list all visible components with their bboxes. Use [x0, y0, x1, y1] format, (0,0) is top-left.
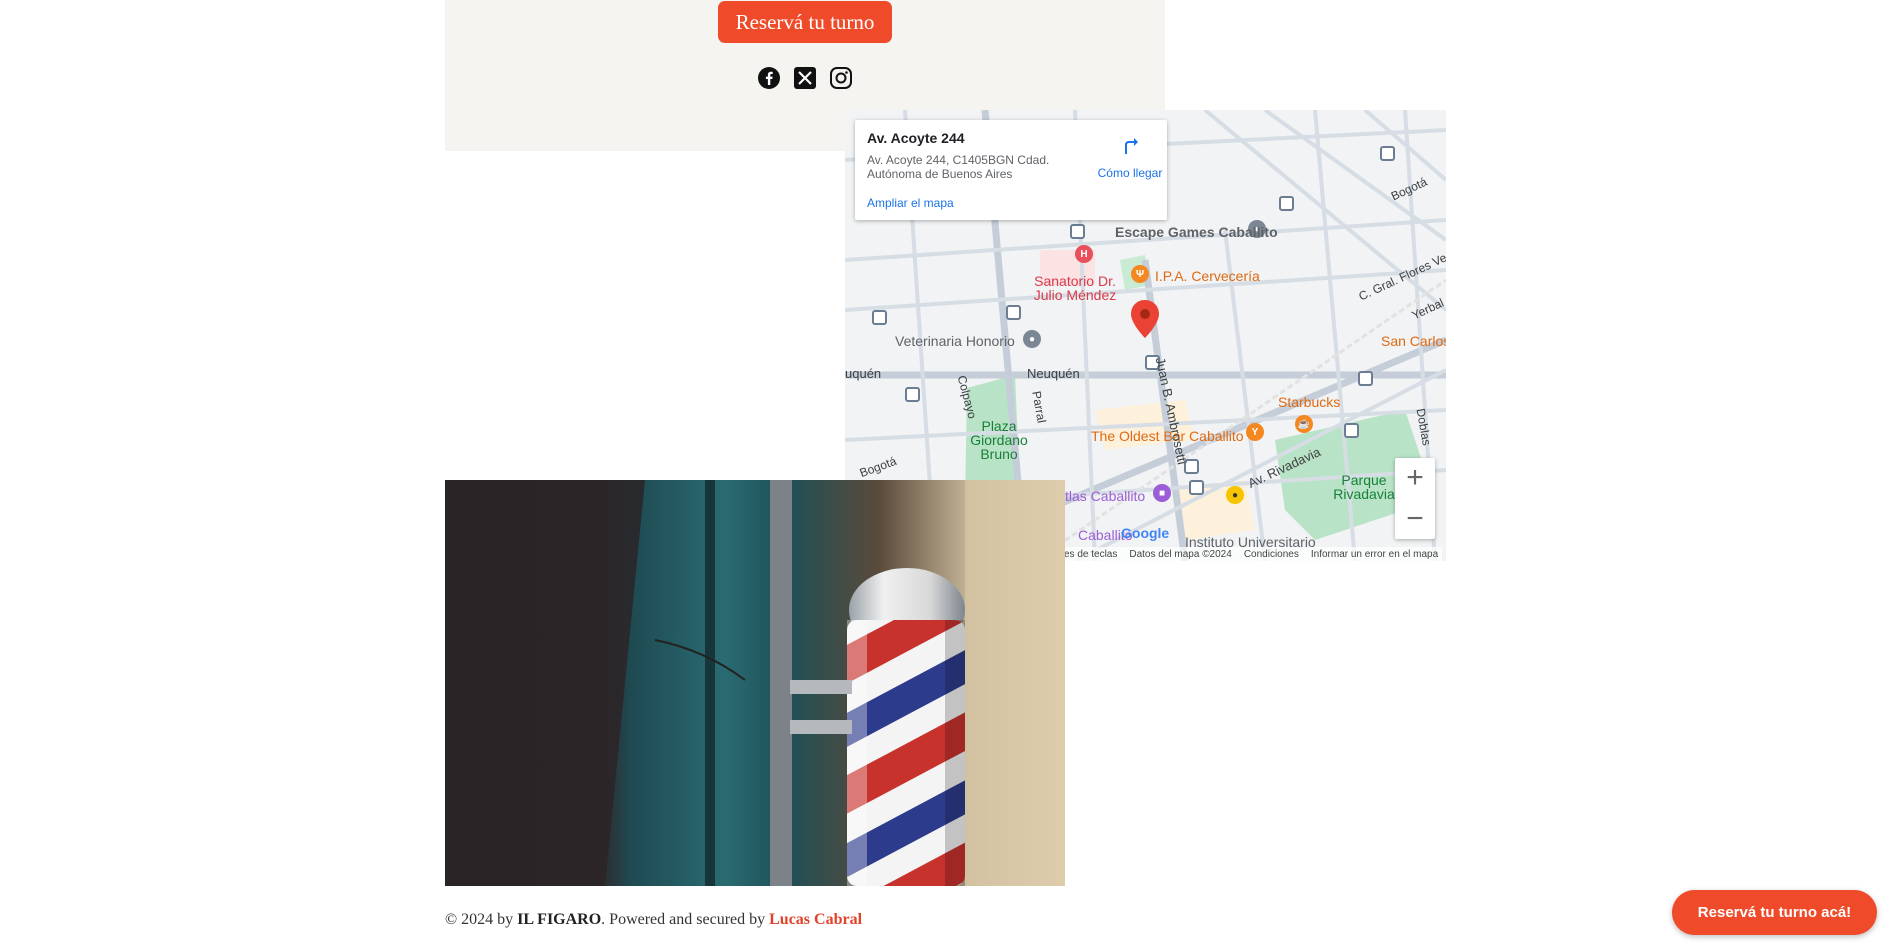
hospital-icon[interactable]: H — [1075, 245, 1093, 263]
footer-middle: . Powered and secured by — [601, 911, 770, 928]
bus-stop-icon — [1070, 224, 1085, 239]
report-error-link[interactable]: Informar un error en el mapa — [1311, 549, 1438, 560]
map-data-label: Datos del mapa ©2024 — [1129, 548, 1232, 560]
street-neuquen: Neuquén — [1027, 366, 1080, 381]
shopping-icon[interactable]: ■ — [1153, 484, 1171, 502]
barber-pole-image — [445, 480, 1065, 886]
expand-map-link[interactable]: Ampliar el mapa — [867, 196, 954, 210]
zoom-in-button[interactable]: + — [1395, 458, 1435, 498]
store-icon[interactable]: ● — [1226, 486, 1244, 504]
bus-stop-icon — [905, 387, 920, 402]
map-info-card: Av. Acoyte 244 Av. Acoyte 244, C1405BGN … — [855, 120, 1167, 220]
poi-atlas[interactable]: tlas Caballito — [1065, 488, 1145, 504]
bus-stop-icon — [1344, 423, 1359, 438]
bus-stop-icon — [872, 310, 887, 325]
floating-reserve-button[interactable]: Reservá tu turno acá! — [1672, 890, 1877, 935]
bus-stop-icon — [1279, 196, 1294, 211]
bus-stop-icon — [1358, 371, 1373, 386]
poi-starbucks[interactable]: Starbucks — [1278, 394, 1340, 410]
map-place-title: Av. Acoyte 244 — [867, 130, 965, 146]
google-logo: Google — [1121, 525, 1170, 541]
bar-icon[interactable]: Y — [1246, 423, 1264, 441]
zoom-out-button[interactable]: − — [1395, 499, 1435, 539]
cafe-icon[interactable]: ☕ — [1295, 415, 1313, 433]
barber-pole-photo — [445, 480, 1065, 886]
map-attribution: es de teclas Datos del mapa ©2024 Condic… — [1060, 547, 1443, 561]
poi-veterinaria[interactable]: Veterinaria Honorio — [895, 333, 1015, 349]
footer-copyright: © 2024 by IL FIGARO. Powered and secured… — [445, 911, 862, 929]
bus-stop-icon — [1189, 480, 1204, 495]
footer-author-link[interactable]: Lucas Cabral — [769, 911, 862, 928]
poi-ipa[interactable]: I.P.A. Cervecería — [1155, 268, 1260, 284]
map-place-address: Av. Acoyte 244, C1405BGN Cdad. Autónoma … — [867, 153, 1050, 181]
street-neuquen-west: uquén — [845, 366, 882, 381]
restaurant-icon[interactable]: Ψ — [1131, 265, 1149, 283]
poi-sanatorio[interactable]: Sanatorio Dr. Julio Méndez — [1030, 274, 1120, 302]
place-icon[interactable]: ● — [1023, 330, 1041, 348]
facebook-icon[interactable] — [757, 66, 781, 90]
zoom-controls: + − — [1395, 458, 1435, 539]
poi-escape-games[interactable]: Escape Games Caballito — [1115, 224, 1278, 240]
bus-stop-icon — [1006, 305, 1021, 320]
poi-plaza[interactable]: Plaza Giordano Bruno — [964, 419, 1034, 461]
reserve-button[interactable]: Reservá tu turno — [718, 1, 892, 43]
footer-prefix: © 2024 by — [445, 911, 518, 928]
directions-link[interactable]: Cómo llegar — [1082, 166, 1178, 180]
directions-icon[interactable] — [1117, 132, 1141, 156]
terms-link[interactable]: Condiciones — [1244, 549, 1299, 560]
footer-brand: IL FIGARO — [517, 911, 602, 928]
instagram-icon[interactable] — [829, 66, 853, 90]
poi-parque[interactable]: Parque Rivadavia — [1329, 473, 1399, 501]
poi-san-carlos[interactable]: San Carlos — [1381, 333, 1446, 349]
keyboard-shortcuts-link[interactable]: es de teclas — [1064, 549, 1117, 560]
x-icon[interactable] — [793, 66, 817, 90]
bus-stop-icon — [1380, 146, 1395, 161]
